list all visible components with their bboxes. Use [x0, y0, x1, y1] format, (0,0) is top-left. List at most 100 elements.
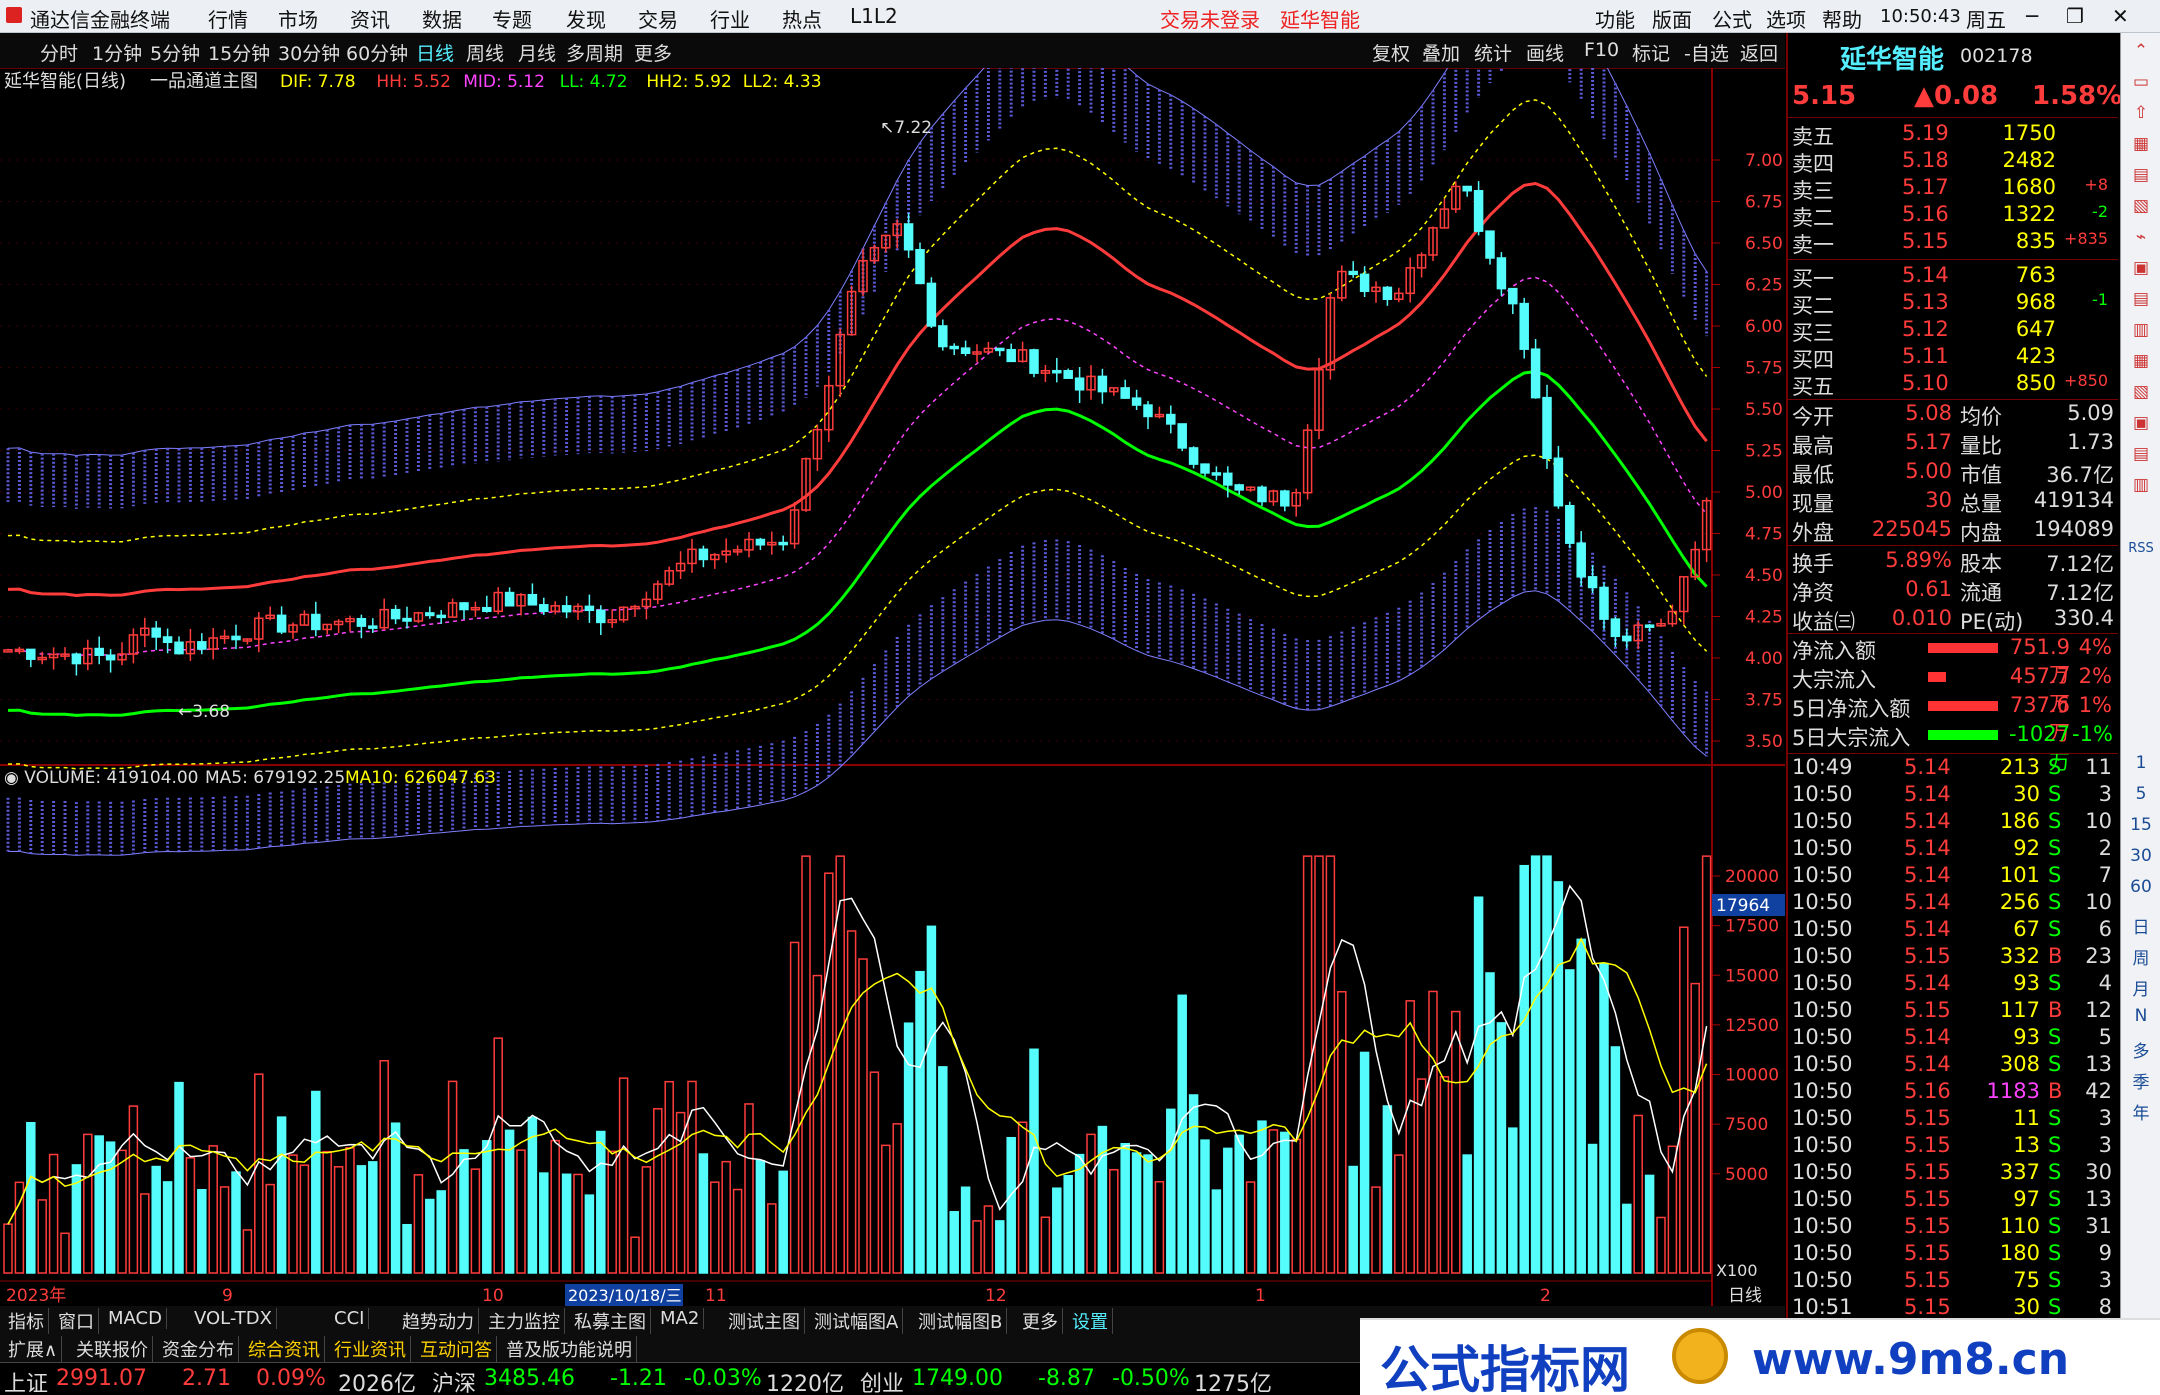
- period-9[interactable]: 多周期: [566, 39, 623, 66]
- rss-icon[interactable]: RSS: [2121, 541, 2160, 556]
- ask-row: 卖三 5.17 1680 +8: [1792, 175, 2108, 203]
- right-menu-2[interactable]: 公式: [1712, 4, 1752, 33]
- menu-9[interactable]: L1L2: [850, 4, 898, 28]
- sidebar-cycle[interactable]: 月: [2121, 975, 2160, 1000]
- sidebar-period[interactable]: 1: [2121, 753, 2160, 773]
- sidebar-period[interactable]: 15: [2121, 815, 2160, 835]
- period-3[interactable]: 15分钟: [208, 39, 270, 66]
- indicator-tab-1[interactable]: 窗口: [54, 1308, 99, 1334]
- sidebar-tool-icon[interactable]: ▧: [2121, 382, 2160, 402]
- right-menu-0[interactable]: 功能: [1595, 4, 1635, 33]
- extension-tab-6[interactable]: 普及版功能说明: [502, 1336, 637, 1362]
- sidebar-period[interactable]: 5: [2121, 784, 2160, 804]
- extension-tab-3[interactable]: 综合资讯: [244, 1336, 325, 1362]
- period-7[interactable]: 周线: [466, 39, 504, 66]
- menu-3[interactable]: 数据: [422, 4, 462, 33]
- sidebar-tool-icon[interactable]: ▣: [2121, 258, 2160, 278]
- toolbar-0[interactable]: 复权: [1372, 39, 1410, 66]
- toolbar-1[interactable]: 叠加: [1422, 39, 1460, 66]
- period-0[interactable]: 分时: [40, 39, 78, 66]
- indicator-tab-6[interactable]: 主力监控: [484, 1308, 565, 1334]
- extension-tab-1[interactable]: 关联报价: [72, 1336, 153, 1362]
- indicator-tab-9[interactable]: 测试主图: [724, 1308, 805, 1334]
- toolbar-7[interactable]: 返回: [1740, 39, 1778, 66]
- sidebar-tool-icon[interactable]: ▣: [2121, 413, 2160, 433]
- sidebar-period[interactable]: 60: [2121, 877, 2160, 897]
- sidebar-tool-icon[interactable]: ▧: [2121, 196, 2160, 216]
- indicator-tab-13[interactable]: 设置: [1068, 1308, 1113, 1334]
- indicator-tab-4[interactable]: CCI: [330, 1308, 370, 1329]
- menu-4[interactable]: 专题: [492, 4, 532, 33]
- menu-0[interactable]: 行情: [208, 4, 248, 33]
- extension-tab-4[interactable]: 行业资讯: [330, 1336, 411, 1362]
- period-1[interactable]: 1分钟: [92, 39, 142, 66]
- sidebar-tool-icon[interactable]: ⌃: [2121, 41, 2160, 61]
- sidebar-period[interactable]: 30: [2121, 846, 2160, 866]
- period-10[interactable]: 更多: [634, 39, 672, 66]
- sidebar-tool-icon[interactable]: ⌁: [2121, 227, 2160, 247]
- right-menu-3[interactable]: 选项: [1766, 4, 1806, 33]
- indicator-tab-8[interactable]: MA2: [656, 1308, 705, 1329]
- sidebar-tool-icon[interactable]: ▥: [2121, 475, 2160, 495]
- maximize-button[interactable]: ❐: [2066, 4, 2084, 28]
- sidebar-cycle[interactable]: 季: [2121, 1068, 2160, 1093]
- indicator-tab-11[interactable]: 测试幅图B: [914, 1308, 1008, 1334]
- toolbar-6[interactable]: -自选: [1684, 39, 1729, 66]
- sidebar-cycle[interactable]: 日: [2121, 913, 2160, 938]
- sidebar-cycle[interactable]: N: [2121, 1006, 2160, 1026]
- sidebar-cycle[interactable]: 周: [2121, 944, 2160, 969]
- period-8[interactable]: 月线: [518, 39, 556, 66]
- flow-row: 5日大宗流入 -1027万 -1%: [1792, 722, 2113, 774]
- right-menu-1[interactable]: 版面: [1652, 4, 1692, 33]
- period-6[interactable]: 日线: [416, 39, 454, 66]
- toolbar-4[interactable]: F10: [1584, 39, 1619, 61]
- period-5[interactable]: 60分钟: [346, 39, 408, 66]
- sidebar-tool-icon[interactable]: ▥: [2121, 320, 2160, 340]
- vol-unit: X100: [1716, 1261, 1758, 1280]
- sidebar-cycle[interactable]: 多: [2121, 1037, 2160, 1062]
- menu-5[interactable]: 发现: [566, 4, 606, 33]
- sidebar-tool-icon[interactable]: ▭: [2121, 72, 2160, 92]
- sidebar-tool-icon[interactable]: ▤: [2121, 165, 2160, 185]
- sidebar-tool-icon[interactable]: ⇧: [2121, 103, 2160, 123]
- sidebar-cycle[interactable]: 年: [2121, 1099, 2160, 1124]
- volume-bar: [311, 1090, 321, 1274]
- index-name-2[interactable]: 创业: [860, 1366, 904, 1395]
- candle-body: [1029, 349, 1039, 374]
- indicator-tab-0[interactable]: 指标: [4, 1308, 49, 1334]
- sidebar-tool-icon[interactable]: ▦: [2121, 351, 2160, 371]
- menu-6[interactable]: 交易: [638, 4, 678, 33]
- smart-link[interactable]: 延华智能: [1280, 4, 1360, 33]
- candle-body: [231, 635, 241, 641]
- menu-7[interactable]: 行业: [710, 4, 750, 33]
- index-name-0[interactable]: 上证: [4, 1366, 48, 1395]
- index-name-1[interactable]: 沪深: [432, 1366, 476, 1395]
- sidebar-tool-icon[interactable]: ▦: [2121, 134, 2160, 154]
- period-2[interactable]: 5分钟: [150, 39, 200, 66]
- indicator-tab-3[interactable]: VOL-TDX: [190, 1308, 277, 1329]
- extension-tab-0[interactable]: 扩展∧: [4, 1336, 63, 1362]
- period-4[interactable]: 30分钟: [278, 39, 340, 66]
- minimize-button[interactable]: ─: [2026, 4, 2038, 28]
- indicator-tab-5[interactable]: 趋势动力: [398, 1308, 479, 1334]
- close-button[interactable]: ✕: [2112, 4, 2129, 28]
- sidebar-tool-icon[interactable]: ▤: [2121, 289, 2160, 309]
- volume-bar: [630, 1236, 640, 1274]
- channel-line-1: [7, 99, 1708, 543]
- sidebar-tool-icon[interactable]: ▤: [2121, 444, 2160, 464]
- indicator-tab-12[interactable]: 更多: [1018, 1308, 1063, 1334]
- kline-chart[interactable]: 延华智能(日线) 一品通道主图 DIF: 7.78 HH: 5.52 MID: 5.12…: [0, 68, 1785, 1310]
- indicator-tab-10[interactable]: 测试幅图A: [810, 1308, 904, 1334]
- toolbar-2[interactable]: 统计: [1474, 39, 1512, 66]
- toolbar-5[interactable]: 标记: [1632, 39, 1670, 66]
- menu-1[interactable]: 市场: [278, 4, 318, 33]
- menu-8[interactable]: 热点: [782, 4, 822, 33]
- trade-status[interactable]: 交易未登录: [1160, 4, 1260, 33]
- indicator-tab-7[interactable]: 私募主图: [570, 1308, 651, 1334]
- extension-tab-5[interactable]: 互动问答: [416, 1336, 497, 1362]
- extension-tab-2[interactable]: 资金分布: [158, 1336, 239, 1362]
- menu-2[interactable]: 资讯: [350, 4, 390, 33]
- right-menu-4[interactable]: 帮助: [1822, 4, 1862, 33]
- toolbar-3[interactable]: 画线: [1526, 39, 1564, 66]
- indicator-tab-2[interactable]: MACD: [104, 1308, 167, 1329]
